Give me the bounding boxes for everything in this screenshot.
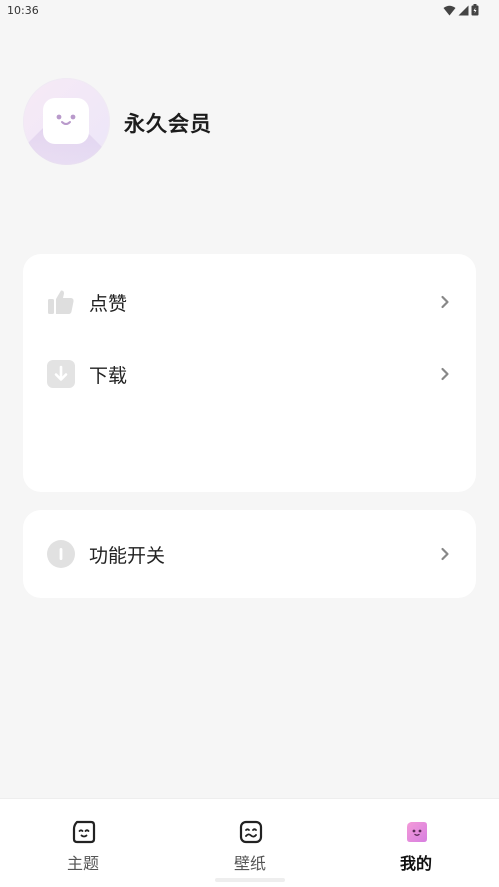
toggle-icon <box>47 540 75 568</box>
chevron-right-icon <box>441 367 449 381</box>
features-card: 功能开关 <box>23 510 476 598</box>
download-icon <box>47 360 75 388</box>
wallpaper-face-icon <box>239 820 263 844</box>
tab-label: 壁纸 <box>233 854 266 873</box>
bottom-nav: 主题 壁纸 我的 <box>0 798 499 887</box>
tab-wallpaper[interactable]: 壁纸 <box>190 799 310 887</box>
menu-item-likes[interactable]: 点赞 <box>23 277 476 327</box>
home-indicator <box>215 878 285 882</box>
menu-card: 点赞 下载 <box>23 254 476 492</box>
battery-icon <box>471 4 479 16</box>
menu-item-label: 下载 <box>89 364 128 387</box>
menu-item-label: 点赞 <box>89 292 128 315</box>
tab-label: 我的 <box>399 854 432 873</box>
chevron-right-icon <box>441 547 449 561</box>
tab-label: 主题 <box>66 854 99 873</box>
menu-item-label: 功能开关 <box>89 544 166 567</box>
thumbs-up-icon <box>48 290 74 314</box>
tab-mine[interactable]: 我的 <box>356 799 476 887</box>
status-bar: 10:36 <box>0 0 499 22</box>
menu-item-downloads[interactable]: 下载 <box>23 349 476 399</box>
profile-screen: 10:36 永久会员 点赞 下载 功能开关 主题 壁纸 我的 <box>0 0 499 887</box>
status-time: 10:36 <box>7 4 39 17</box>
avatar[interactable] <box>23 78 110 165</box>
tab-theme[interactable]: 主题 <box>23 799 143 887</box>
menu-item-features[interactable]: 功能开关 <box>23 529 476 579</box>
status-icons <box>443 4 479 16</box>
avatar-face-icon <box>43 98 89 144</box>
theme-face-icon <box>72 820 96 844</box>
wifi-icon <box>443 5 456 15</box>
chevron-right-icon <box>441 295 449 309</box>
profile-face-icon <box>407 822 427 842</box>
profile-name: 永久会员 <box>124 112 212 136</box>
signal-icon <box>458 5 469 15</box>
